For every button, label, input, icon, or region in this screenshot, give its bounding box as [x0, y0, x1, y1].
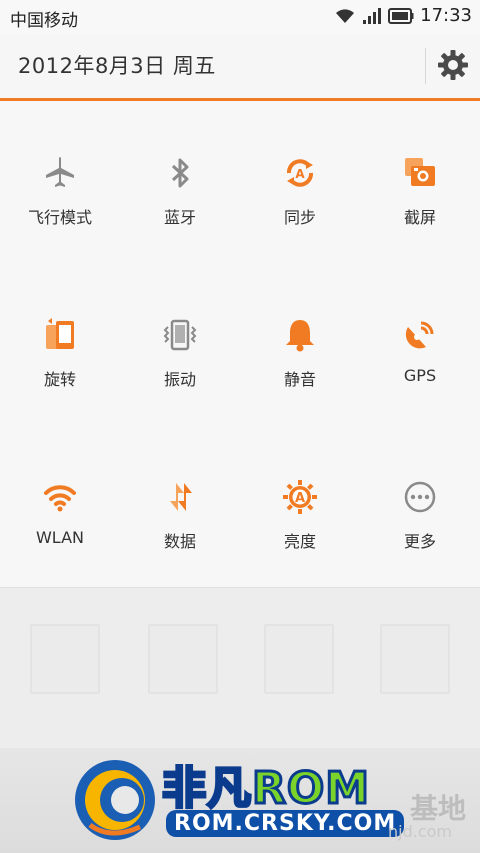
more-icon [404, 481, 436, 513]
gps-icon [405, 321, 434, 349]
watermark-suffix-url: njd.com [388, 822, 452, 841]
toggle-label: 静音 [283, 370, 316, 389]
watermark-brand: 非凡ROM [160, 762, 371, 816]
toggle-label: WLAN [35, 528, 84, 547]
header-divider [425, 48, 426, 84]
svg-text:A: A [295, 167, 305, 181]
gear-icon[interactable] [436, 48, 470, 82]
toggle-sync[interactable]: A 同步 [240, 155, 360, 265]
ghost-app-icon [148, 624, 218, 694]
brightness-icon: A [283, 480, 317, 514]
carrier-name: 中国移动 [10, 11, 78, 31]
sync-icon: A [287, 159, 313, 187]
svg-text:A: A [295, 491, 305, 506]
ghost-app-icon [380, 624, 450, 694]
toggle-vibrate[interactable]: 振动 [120, 317, 240, 427]
watermark-url: ROM.CRSKY.COM [166, 810, 405, 837]
ghost-app-icon [264, 624, 334, 694]
toggle-wlan[interactable]: WLAN [0, 479, 120, 589]
screenshot-icon [405, 158, 435, 186]
crsky-logo-icon [75, 760, 155, 840]
notification-header: 2012年8月3日 周五 [0, 34, 480, 101]
quick-toggle-panel: 飞行模式 蓝牙 A 同步 截屏 旋转 振动 静音 GPS WLAN 数据 A 亮… [0, 101, 480, 588]
ghost-app-icon [30, 624, 100, 694]
toggle-label: 截屏 [403, 208, 436, 227]
status-bar: 中国移动 17:33 [0, 0, 480, 34]
data-icon [170, 483, 192, 511]
toggle-silent[interactable]: 静音 [240, 317, 360, 427]
toggle-label: 数据 [163, 532, 196, 551]
airplane-icon [46, 157, 74, 187]
rotate-icon [46, 318, 74, 349]
toggle-data[interactable]: 数据 [120, 479, 240, 589]
toggle-label: 蓝牙 [163, 208, 196, 227]
toggle-label: 更多 [403, 532, 436, 551]
toggle-label: GPS [403, 366, 437, 385]
toggle-label: 振动 [163, 370, 196, 389]
battery-icon [388, 7, 414, 24]
toggle-brightness[interactable]: A 亮度 [240, 479, 360, 589]
toggle-rotate[interactable]: 旋转 [0, 317, 120, 427]
watermark-suffix: 基地 [410, 792, 467, 825]
wifi-icon [44, 485, 76, 512]
toggle-label: 旋转 [43, 370, 76, 389]
toggle-label: 飞行模式 [27, 208, 92, 227]
signal-icon [363, 7, 382, 24]
toggle-label: 亮度 [283, 532, 316, 551]
date-label: 2012年8月3日 周五 [18, 54, 216, 78]
toggle-gps[interactable]: GPS [360, 317, 480, 427]
toggle-bluetooth[interactable]: 蓝牙 [120, 155, 240, 265]
vibrate-icon [163, 319, 197, 351]
bluetooth-icon [171, 158, 189, 188]
wifi-status-icon [336, 8, 355, 23]
toggle-label: 同步 [283, 208, 316, 227]
status-icons: 17:33 [334, 5, 472, 26]
toggle-more[interactable]: 更多 [360, 479, 480, 589]
bell-icon [286, 320, 314, 352]
status-time: 17:33 [420, 5, 472, 26]
toggle-screenshot[interactable]: 截屏 [360, 155, 480, 265]
toggle-airplane-mode[interactable]: 飞行模式 [0, 155, 120, 265]
